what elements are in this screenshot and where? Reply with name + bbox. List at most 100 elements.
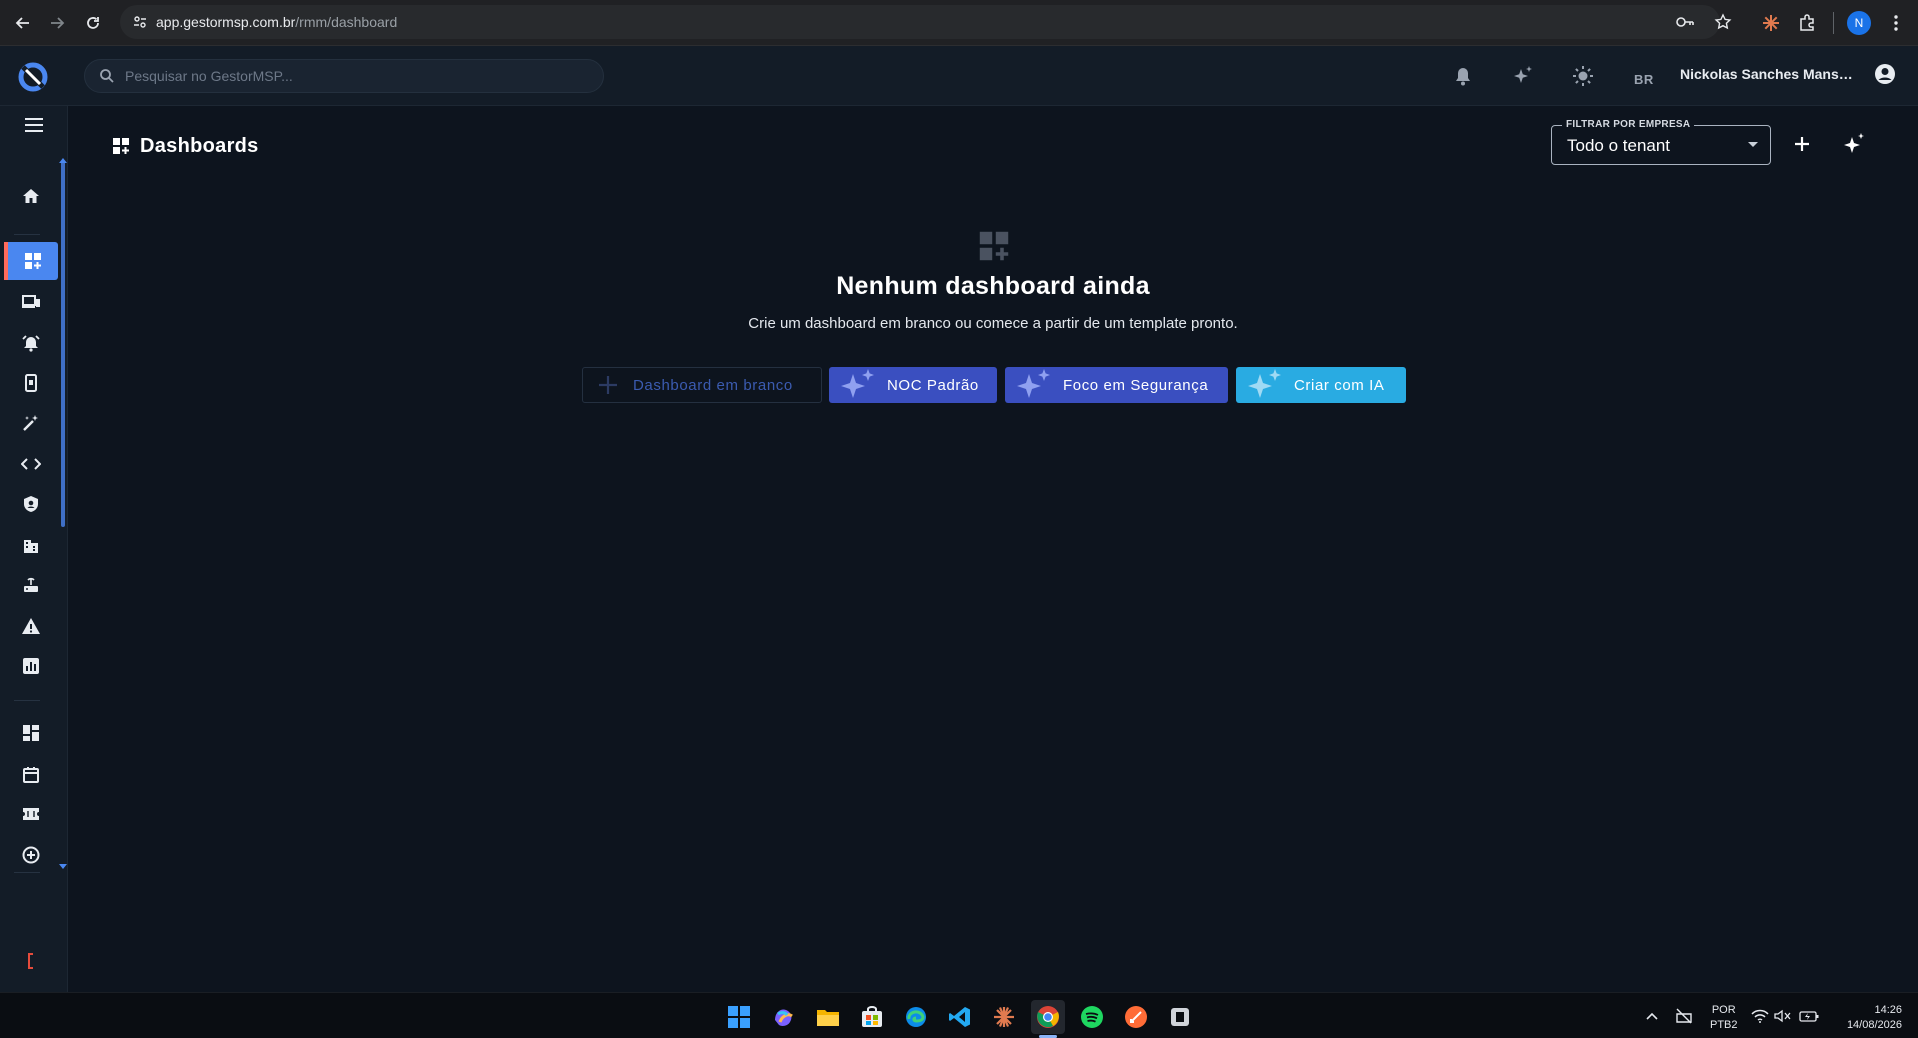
spotify-icon[interactable]	[1075, 1000, 1109, 1034]
devices-icon	[21, 294, 41, 310]
sidebar-divider	[14, 234, 40, 235]
microsoft-store-icon[interactable]	[855, 1000, 889, 1034]
noc-template-label: NOC Padrão	[887, 376, 979, 394]
notepad-app-icon[interactable]	[1163, 1000, 1197, 1034]
forward-arrow-icon[interactable]	[44, 10, 70, 36]
ai-create-button[interactable]	[1840, 130, 1868, 158]
sidebar-item-security[interactable]	[4, 485, 58, 523]
sidebar-item-reports[interactable]	[4, 647, 58, 685]
user-name[interactable]: Nickolas Sanches Mansa...	[1680, 66, 1855, 82]
dashboard-add-icon	[978, 230, 1010, 262]
security-template-button[interactable]: Foco em Segurança	[1005, 367, 1228, 403]
sidebar-scrollbar[interactable]	[61, 160, 65, 527]
company-filter-select[interactable]: FILTRAR POR EMPRESA Todo o tenant	[1551, 119, 1771, 165]
location-off-icon[interactable]	[1674, 1007, 1694, 1025]
url-path: /rmm/dashboard	[295, 14, 398, 30]
claude-extension-icon[interactable]	[1758, 10, 1784, 36]
alarm-icon	[22, 334, 40, 352]
sparkle-icon	[1015, 368, 1053, 402]
sidebar-item-mobile[interactable]	[4, 364, 58, 402]
plus-icon	[593, 373, 623, 397]
profile-avatar[interactable]: N	[1847, 11, 1871, 35]
plus-icon	[1794, 136, 1810, 152]
add-dashboard-button[interactable]	[1790, 132, 1814, 156]
sidebar-item-alerts[interactable]	[4, 324, 58, 362]
chevron-up-icon[interactable]	[1642, 1007, 1662, 1025]
sidebar-item-collapse[interactable]	[4, 942, 58, 980]
more-menu-icon[interactable]	[1883, 10, 1909, 36]
app-header: BR Nickolas Sanches Mansa...	[0, 46, 1918, 106]
ai-sparkle-icon	[1842, 132, 1866, 156]
sidebar-item-network[interactable]	[4, 566, 58, 604]
lang-line2: PTB2	[1710, 1019, 1738, 1031]
sidebar-item-calendar[interactable]	[4, 755, 58, 793]
blank-dashboard-button[interactable]: Dashboard em branco	[582, 367, 822, 403]
sidebar-item-dashboards[interactable]	[4, 242, 58, 280]
bracket-icon	[27, 953, 35, 969]
bookmark-star-icon[interactable]	[1714, 13, 1732, 31]
reload-icon[interactable]	[80, 10, 106, 36]
locale-selector[interactable]: BR	[1634, 72, 1654, 87]
shield-icon	[23, 495, 39, 513]
menu-toggle-button[interactable]	[12, 106, 56, 144]
keyboard-language[interactable]: POR PTB2	[1710, 1003, 1738, 1033]
volume-muted-icon[interactable]	[1773, 1007, 1793, 1025]
noc-template-button[interactable]: NOC Padrão	[829, 367, 997, 403]
sidebar-divider	[14, 872, 40, 873]
empty-state-title: Nenhum dashboard ainda	[836, 272, 1150, 300]
wifi-icon[interactable]	[1750, 1007, 1770, 1025]
search-input[interactable]	[125, 60, 585, 92]
calendar-icon	[23, 766, 39, 783]
sparkle-icon	[839, 368, 877, 402]
site-settings-icon[interactable]	[132, 14, 148, 30]
sidebar-item-theme[interactable]	[4, 896, 58, 934]
sidebar-item-devices[interactable]	[4, 283, 58, 321]
address-bar[interactable]: app.gestormsp.com.br/rmm/dashboard	[120, 5, 1732, 39]
sidebar-item-home[interactable]	[4, 177, 58, 215]
back-arrow-icon[interactable]	[10, 10, 36, 36]
sidebar-item-scripts[interactable]	[4, 445, 58, 483]
battery-charging-icon[interactable]	[1799, 1007, 1819, 1025]
scroll-down-arrow[interactable]	[59, 864, 67, 869]
chrome-browser-icon[interactable]	[1031, 1000, 1065, 1034]
url-host: app.gestormsp.com.br	[156, 14, 296, 30]
password-key-icon[interactable]	[1675, 14, 1695, 30]
sidebar-item-widgets[interactable]	[4, 714, 58, 752]
search-bar[interactable]	[84, 59, 604, 93]
filter-value: Todo o tenant	[1567, 136, 1671, 155]
account-circle-icon[interactable]	[1873, 62, 1897, 86]
extensions-puzzle-icon[interactable]	[1794, 10, 1820, 36]
vscode-icon[interactable]	[943, 1000, 977, 1034]
magic-wand-icon	[22, 414, 40, 432]
building-icon	[22, 536, 40, 554]
file-explorer-icon[interactable]	[811, 1000, 845, 1034]
ai-sparkle-icon[interactable]	[1511, 64, 1535, 88]
sidebar-item-tickets[interactable]	[4, 795, 58, 833]
theme-sun-icon[interactable]	[1571, 64, 1595, 88]
m365-app-icon[interactable]	[767, 1000, 801, 1034]
scroll-up-arrow[interactable]	[59, 158, 67, 163]
windows-start-icon[interactable]	[722, 1000, 756, 1034]
url-text: app.gestormsp.com.br/rmm/dashboard	[156, 14, 397, 30]
sidebar-item-companies[interactable]	[4, 526, 58, 564]
sidebar-item-add[interactable]	[4, 836, 58, 874]
gestormsp-logo[interactable]	[18, 62, 48, 92]
search-icon	[99, 68, 115, 84]
system-clock[interactable]: 14:26 14/08/2026	[1830, 1003, 1902, 1033]
sidebar-item-automation[interactable]	[4, 404, 58, 442]
report-icon	[23, 658, 39, 674]
create-with-ai-button[interactable]: Criar com IA	[1236, 367, 1406, 403]
filter-label: FILTRAR POR EMPRESA	[1562, 119, 1695, 130]
security-template-label: Foco em Segurança	[1063, 376, 1209, 394]
postman-icon[interactable]	[1119, 1000, 1153, 1034]
claude-app-icon[interactable]	[987, 1000, 1021, 1034]
os-taskbar: POR PTB2 14:26 14/08/2026	[0, 992, 1918, 1038]
notifications-bell-icon[interactable]	[1451, 64, 1475, 88]
sidebar-item-incidents[interactable]	[4, 607, 58, 645]
edge-browser-icon[interactable]	[899, 1000, 933, 1034]
sidebar-divider	[14, 700, 40, 701]
dashboard-icon	[23, 725, 39, 741]
moon-icon	[26, 907, 36, 923]
add-circle-icon	[22, 846, 40, 864]
lang-line1: POR	[1711, 1004, 1736, 1016]
